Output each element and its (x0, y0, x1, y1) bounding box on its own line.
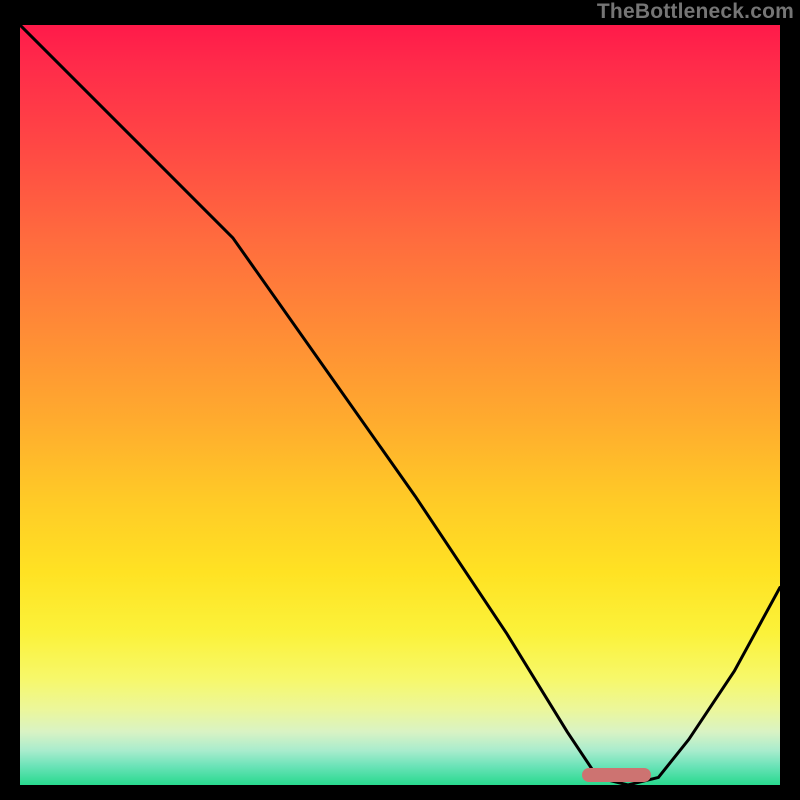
plot-area (20, 25, 780, 785)
attribution-text: TheBottleneck.com (597, 0, 794, 24)
optimum-marker (582, 768, 650, 782)
penalty-curve (20, 25, 780, 785)
penalty-curve-path (20, 25, 780, 785)
